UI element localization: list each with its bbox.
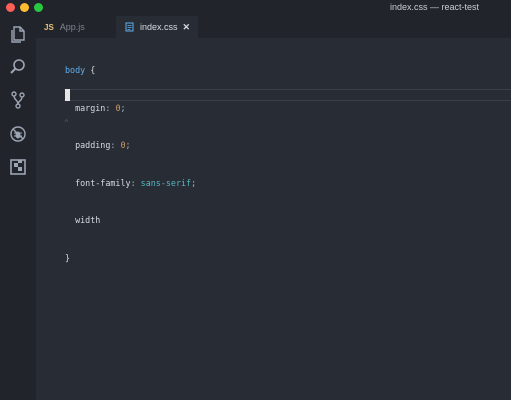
text-cursor — [65, 89, 70, 101]
semicolon: ; — [120, 102, 126, 113]
tab-bar: JS App.js index.css ✕ — [36, 16, 511, 38]
code-line: margin: 0; — [65, 102, 196, 115]
colon: : — [105, 102, 116, 113]
extensions-icon[interactable] — [8, 157, 28, 177]
close-brace: } — [65, 252, 71, 263]
close-tab-icon[interactable]: ✕ — [182, 22, 190, 33]
tab-index-css[interactable]: index.css ✕ — [116, 16, 198, 38]
code-editor[interactable]: body { margin: 0; padding: 0; font-famil… — [36, 38, 511, 400]
code-line: padding: 0; — [65, 139, 196, 152]
colon: : — [110, 140, 121, 150]
tab-app-js[interactable]: JS App.js — [36, 16, 116, 38]
title-bar: index.css — react-test — [0, 0, 511, 16]
css-property: font-family — [75, 177, 131, 188]
source-control-icon[interactable] — [8, 90, 28, 110]
code-area[interactable]: body { margin: 0; padding: 0; font-famil… — [65, 39, 196, 289]
minimize-window-button[interactable] — [20, 3, 29, 12]
css-value: sans-serif — [140, 177, 192, 188]
tab-label: index.css — [140, 22, 178, 32]
search-icon[interactable] — [8, 57, 28, 77]
css-selector: body — [65, 65, 86, 75]
code-line: } — [65, 252, 196, 265]
colon: : — [130, 177, 141, 188]
window-title: index.css — react-test — [389, 2, 479, 12]
code-line: font-family: sans-serif; — [65, 177, 196, 190]
tab-label: App.js — [59, 22, 85, 32]
css-property: margin — [75, 102, 106, 113]
css-property: padding — [75, 140, 111, 150]
code-line: body { — [65, 64, 196, 77]
css-file-icon — [125, 22, 134, 32]
editor-window: index.css — react-test JS App.js index.c… — [0, 0, 511, 400]
fold-chevron-icon[interactable]: ⌃ — [64, 118, 69, 127]
js-file-icon: JS — [44, 22, 54, 32]
semicolon: ; — [125, 140, 131, 150]
maximize-window-button[interactable] — [34, 3, 43, 12]
semicolon: ; — [191, 177, 197, 188]
code-line-current: width — [65, 214, 196, 227]
activity-bar — [0, 16, 36, 400]
open-brace: { — [85, 65, 96, 75]
debug-icon[interactable] — [8, 124, 28, 144]
css-property: width — [75, 215, 101, 225]
close-window-button[interactable] — [6, 3, 15, 12]
files-icon[interactable] — [8, 24, 28, 44]
